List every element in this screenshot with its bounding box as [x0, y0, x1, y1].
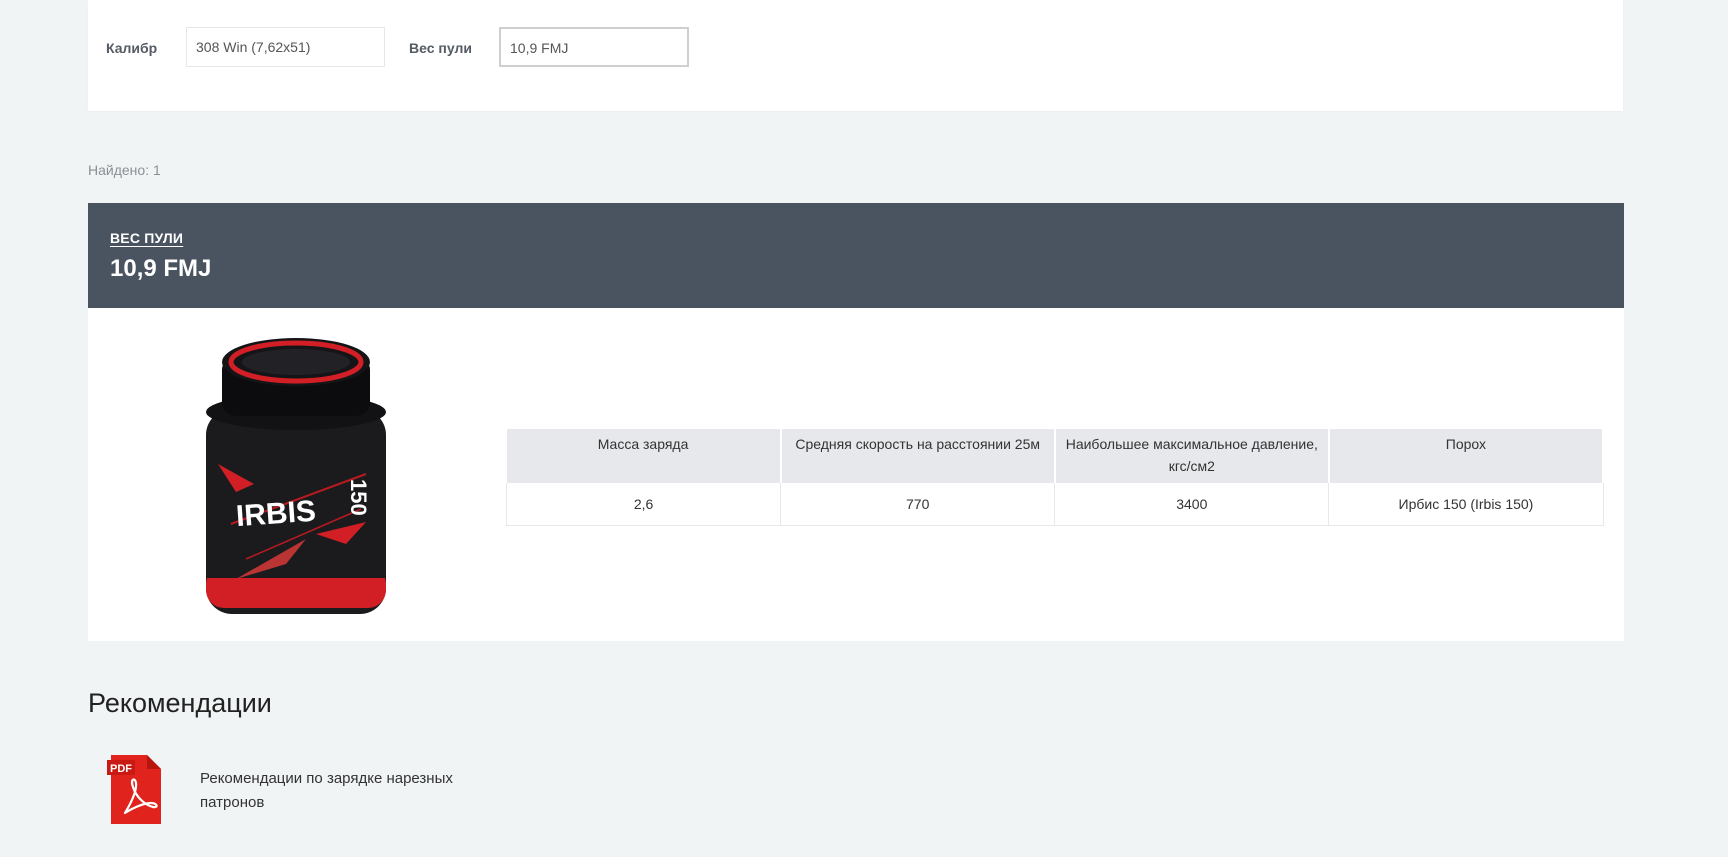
bullet-weight-label: Вес пули — [409, 40, 472, 56]
col-avg-velocity: Средняя скорость на расстоянии 25м — [780, 429, 1056, 483]
pdf-file-icon[interactable]: PDF — [107, 751, 165, 828]
recommendations-title: Рекомендации — [88, 688, 272, 718]
table-row: 2,6 770 3400 Ирбис 150 (Irbis 150) — [505, 483, 1604, 526]
cell-charge-mass: 2,6 — [505, 483, 782, 526]
col-powder: Порох — [1328, 429, 1605, 483]
svg-text:PDF: PDF — [110, 763, 132, 775]
caliber-label: Калибр — [106, 40, 158, 56]
load-data-table: Масса заряда Средняя скорость на расстоя… — [505, 429, 1605, 526]
filter-panel: Калибр 308 Win (7,62x51) Вес пули 10,9 F… — [88, 0, 1623, 111]
powder-jar-image: IRBIS 150 — [206, 338, 386, 614]
result-header: ВЕС ПУЛИ 10,9 FMJ — [88, 203, 1624, 308]
results-count: Найдено: 1 — [88, 162, 161, 178]
bullet-weight-select[interactable]: 10,9 FMJ — [499, 27, 689, 67]
table-header-row: Масса заряда Средняя скорость на расстоя… — [506, 429, 1605, 483]
result-header-value: 10,9 FMJ — [110, 255, 212, 282]
svg-text:150: 150 — [346, 479, 371, 516]
cell-max-pressure: 3400 — [1054, 483, 1330, 526]
svg-text:IRBIS: IRBIS — [235, 495, 317, 534]
cell-powder: Ирбис 150 (Irbis 150) — [1328, 483, 1604, 526]
recommendation-document-link[interactable]: Рекомендации по зарядке нарезных патроно… — [200, 767, 470, 815]
caliber-select[interactable]: 308 Win (7,62x51) — [186, 27, 385, 67]
result-body: IRBIS 150 Масса заряда Средняя скорость … — [88, 308, 1624, 641]
col-max-pressure: Наибольшее максимальное давление, кгс/см… — [1054, 429, 1330, 483]
result-header-label: ВЕС ПУЛИ — [110, 230, 184, 246]
cell-avg-velocity: 770 — [780, 483, 1056, 526]
col-charge-mass: Масса заряда — [506, 429, 782, 483]
